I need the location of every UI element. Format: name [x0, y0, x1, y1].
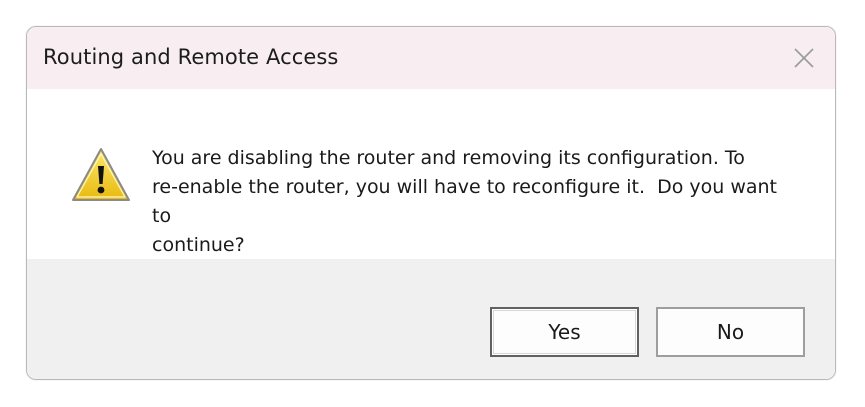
close-button[interactable] — [773, 27, 835, 89]
yes-button[interactable]: Yes — [490, 307, 639, 357]
title-bar[interactable]: Routing and Remote Access — [27, 27, 835, 89]
no-button[interactable]: No — [656, 307, 805, 357]
warning-icon — [72, 148, 130, 201]
close-icon — [794, 48, 814, 68]
dialog-content: You are disabling the router and removin… — [27, 89, 835, 259]
dialog-window: Routing and Remote Access You are disabl… — [26, 26, 836, 380]
dialog-message: You are disabling the router and removin… — [152, 147, 777, 256]
button-bar: Yes No — [27, 259, 835, 379]
dialog-title: Routing and Remote Access — [43, 45, 339, 69]
